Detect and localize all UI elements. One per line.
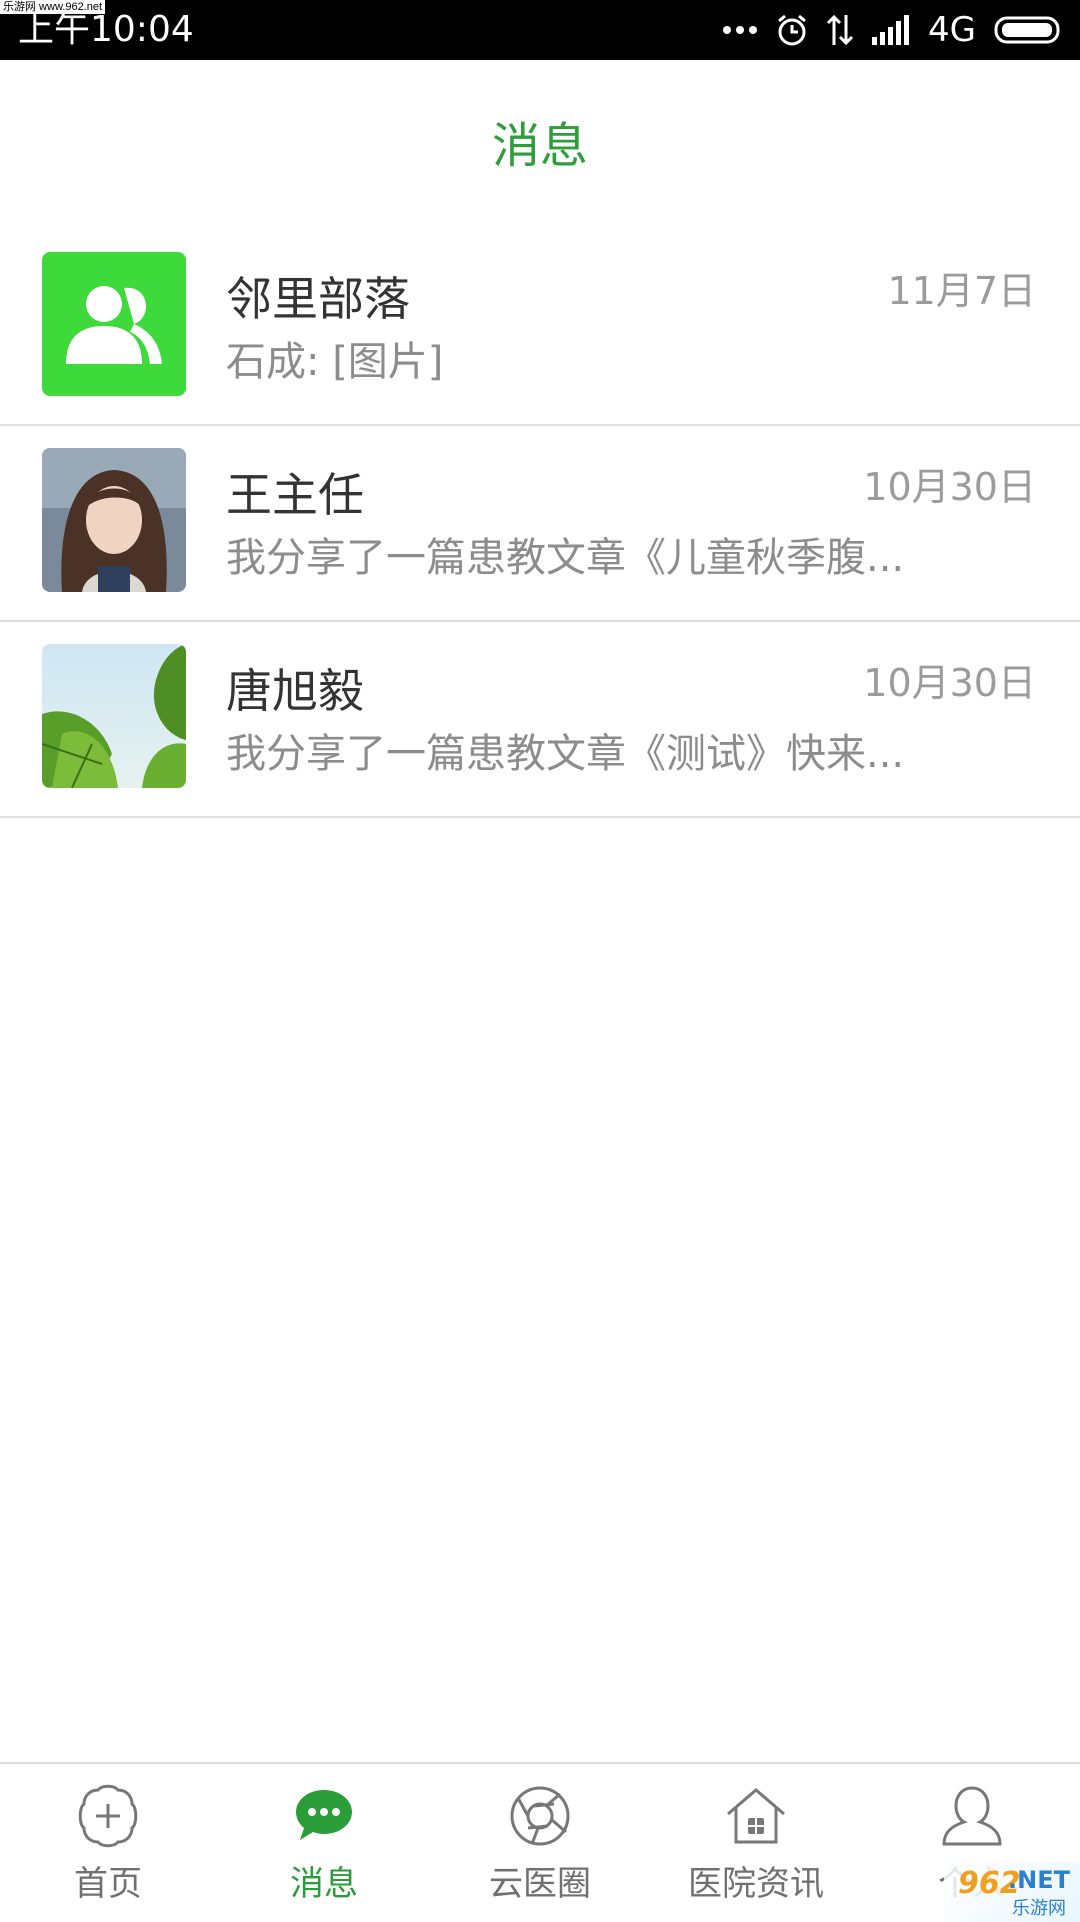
signal-icon xyxy=(872,15,910,45)
home-cross-icon xyxy=(78,1784,138,1848)
hospital-house-icon xyxy=(727,1788,785,1844)
alarm-icon xyxy=(778,14,806,46)
contact-name: 王主任 xyxy=(226,468,364,522)
status-icons: 4G xyxy=(722,8,1064,52)
group-avatar xyxy=(42,252,186,396)
message-preview: 我分享了一篇患教文章《儿童秋季腹... xyxy=(226,535,905,581)
conversation-item[interactable]: 唐旭毅 10月30日 我分享了一篇患教文章《测试》快来... xyxy=(0,622,1080,818)
aperture-icon xyxy=(510,1786,570,1846)
tab-label: 首页 xyxy=(74,1864,142,1904)
data-arrows-icon xyxy=(826,14,854,46)
status-time: 上午10:04 xyxy=(18,9,194,50)
bottom-tab-bar: 首页 消息 云医圈 医院资讯 个人 962 .NET 乐游网 xyxy=(0,1762,1080,1922)
person-avatar xyxy=(42,448,186,592)
leaf-avatar xyxy=(42,644,186,788)
tab-label: 云医圈 xyxy=(489,1864,591,1904)
network-type: 4G xyxy=(928,10,976,50)
tab-home[interactable]: 首页 xyxy=(0,1764,216,1922)
person-icon xyxy=(942,1786,1002,1846)
message-preview: 石成: [图片] xyxy=(226,339,444,385)
watermark-text: 乐游网 www.962.net xyxy=(0,0,106,14)
contact-name: 邻里部落 xyxy=(226,272,410,326)
chat-bubble-icon xyxy=(296,1790,352,1840)
message-preview: 我分享了一篇患教文章《测试》快来... xyxy=(226,731,905,777)
tab-label: 医院资讯 xyxy=(688,1864,824,1904)
tab-label: 消息 xyxy=(290,1864,358,1904)
page-title: 消息 xyxy=(491,118,588,174)
conversation-item[interactable]: 邻里部落 11月7日 石成: [图片] xyxy=(0,230,1080,426)
header: 消息 xyxy=(0,60,1080,230)
person-photo xyxy=(42,448,186,592)
message-date: 11月7日 xyxy=(887,269,1036,313)
message-date: 10月30日 xyxy=(863,465,1036,509)
leaf-photo xyxy=(42,644,186,788)
tab-cloud-circle[interactable]: 云医圈 xyxy=(432,1764,648,1922)
conversation-list: 邻里部落 11月7日 石成: [图片] 王主任 10月30日 我分享了一篇患教文… xyxy=(0,230,1080,818)
tab-messages[interactable]: 消息 xyxy=(216,1764,432,1922)
group-icon xyxy=(66,286,162,364)
message-date: 10月30日 xyxy=(863,661,1036,705)
battery-icon xyxy=(994,16,1060,44)
status-bar: 上午10:04 乐游网 www.962.net 4G xyxy=(0,0,1080,60)
site-watermark-logo: 962 .NET 乐游网 xyxy=(944,1862,1080,1922)
contact-name: 唐旭毅 xyxy=(226,664,364,718)
conversation-item[interactable]: 王主任 10月30日 我分享了一篇患教文章《儿童秋季腹... xyxy=(0,426,1080,622)
tab-hospital-news[interactable]: 医院资讯 xyxy=(648,1764,864,1922)
more-dots-icon xyxy=(723,26,758,34)
